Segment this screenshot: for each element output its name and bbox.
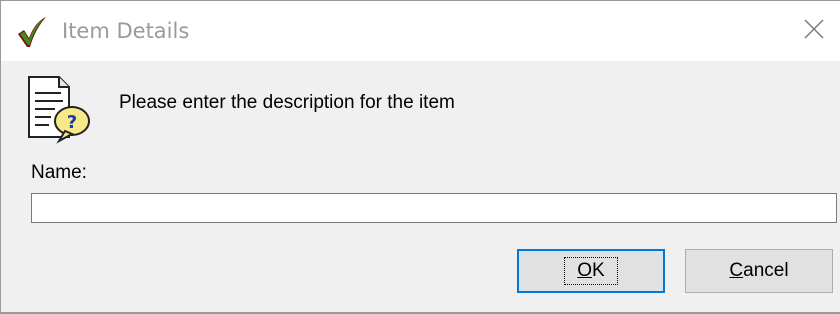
ok-button[interactable]: OK <box>517 249 665 293</box>
name-input[interactable] <box>31 193 837 223</box>
document-question-icon: ? <box>25 73 95 145</box>
title-bar[interactable]: Item Details <box>1 1 840 61</box>
close-icon <box>803 18 825 45</box>
item-details-dialog: Item Details ? Please enter the descript… <box>0 0 840 314</box>
svg-text:?: ? <box>67 112 77 133</box>
window-title: Item Details <box>62 19 190 43</box>
prompt-text: Please enter the description for the ite… <box>119 92 455 113</box>
name-label: Name: <box>31 162 87 183</box>
cancel-button-label: Cancel <box>729 260 789 281</box>
ok-button-label: OK <box>564 257 618 285</box>
close-button[interactable] <box>794 11 834 51</box>
green-checkmark-icon <box>15 15 49 49</box>
cancel-button[interactable]: Cancel <box>685 249 833 293</box>
